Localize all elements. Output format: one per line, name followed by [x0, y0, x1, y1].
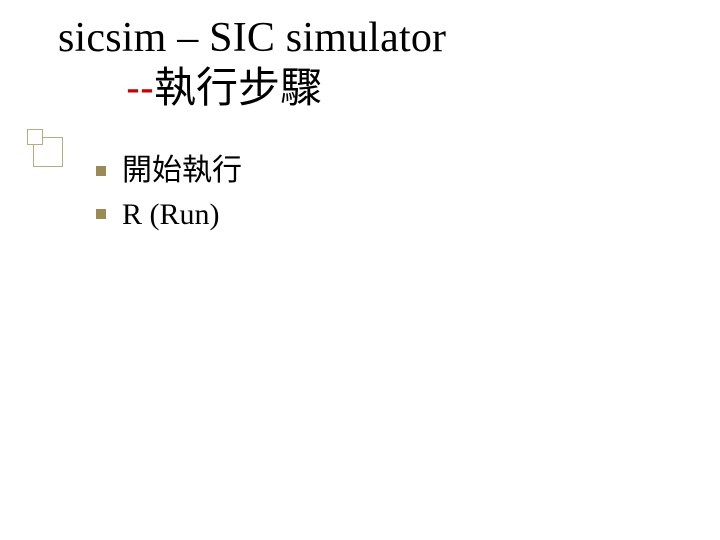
title-dashes: --	[126, 64, 154, 111]
corner-ornament-icon	[27, 129, 69, 171]
slide: sicsim – SIC simulator --執行步驟 開始執行 R (Ru…	[0, 0, 720, 540]
square-bullet-icon	[96, 166, 106, 176]
title-subtitle: 執行步驟	[154, 66, 322, 112]
title-line-1: sicsim – SIC simulator	[58, 14, 446, 62]
title-line-2: --執行步驟	[126, 64, 446, 113]
bullet-list: 開始執行 R (Run)	[96, 152, 242, 239]
list-item: 開始執行	[96, 152, 242, 190]
list-item-text: 開始執行	[122, 152, 242, 190]
square-bullet-icon	[96, 209, 106, 219]
slide-title: sicsim – SIC simulator --執行步驟	[58, 14, 446, 114]
list-item: R (Run)	[96, 196, 242, 234]
list-item-text: R (Run)	[122, 196, 220, 234]
